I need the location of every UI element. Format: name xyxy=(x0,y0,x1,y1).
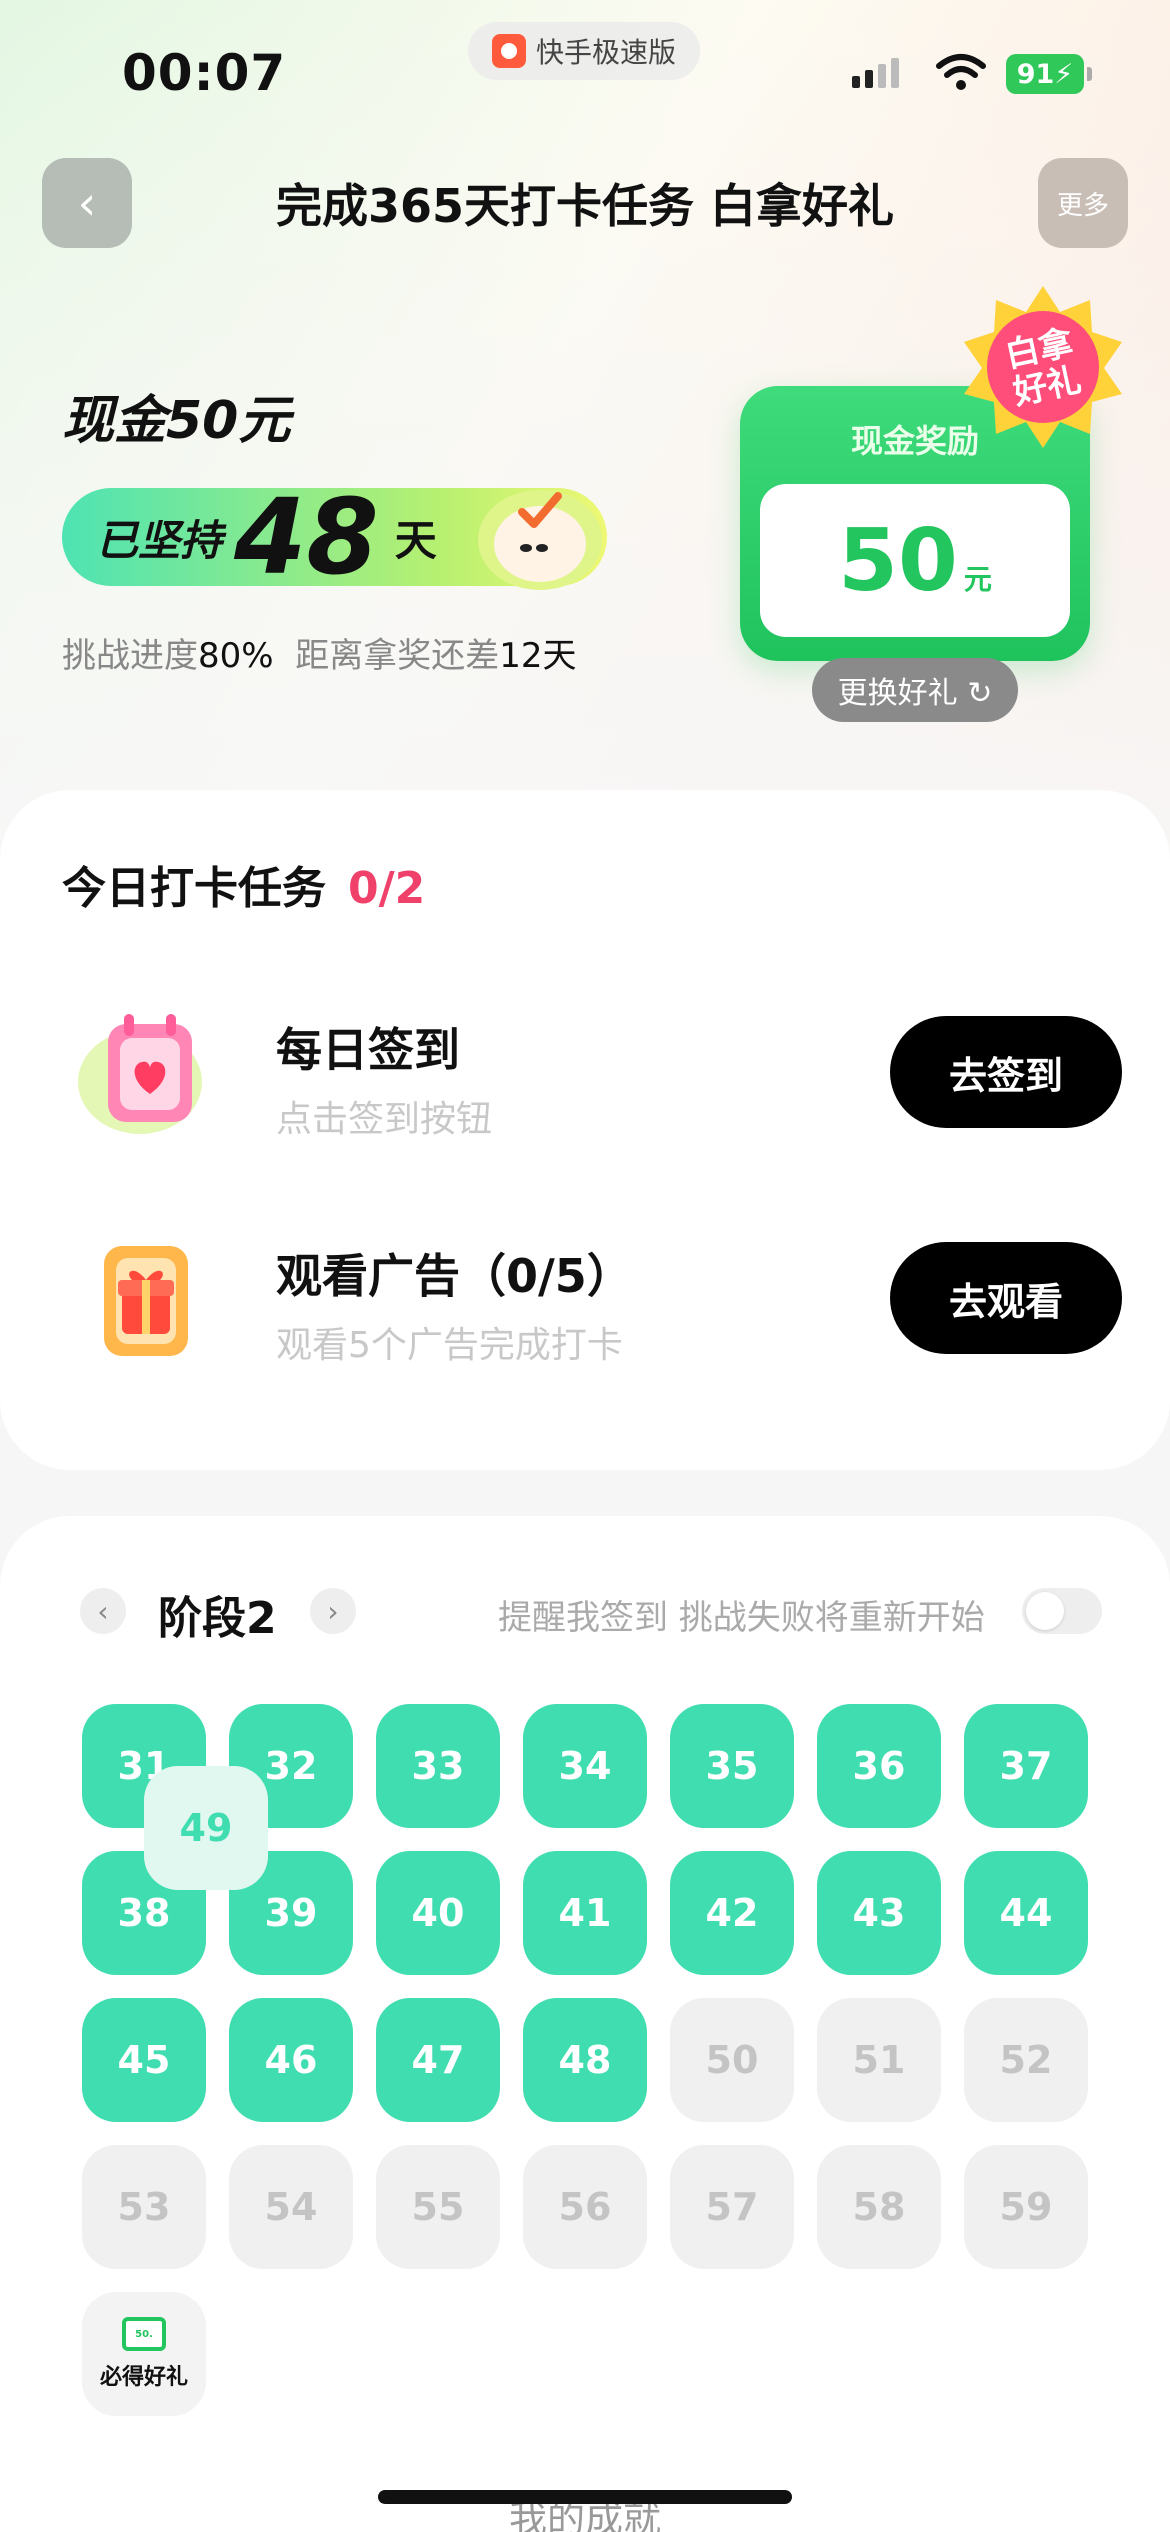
stage-next-button[interactable]: › xyxy=(310,1588,356,1634)
day-cell-todo: 59 xyxy=(964,2145,1088,2269)
day-cell-done: 41 xyxy=(523,1851,647,1975)
streak-prefix: 已坚持 xyxy=(96,515,223,565)
cash-reward-title: 现金50元 xyxy=(62,391,291,451)
app-name: 快手极速版 xyxy=(535,36,676,69)
day-cell-todo: 51 xyxy=(817,1998,941,2122)
watch-ad-button[interactable]: 去观看 xyxy=(890,1242,1122,1354)
day-cell-done: 42 xyxy=(670,1851,794,1975)
day-cell-done: 43 xyxy=(817,1851,941,1975)
gift-box-icon xyxy=(104,1246,188,1356)
reminder-toggle[interactable] xyxy=(1022,1588,1102,1634)
stage-prev-button[interactable]: ‹ xyxy=(80,1588,126,1634)
streak-days: 48 xyxy=(234,476,379,598)
remain-days: 12天 xyxy=(499,636,577,676)
home-indicator[interactable] xyxy=(378,2490,792,2504)
progress-value: 80% xyxy=(198,636,274,676)
day-cell-done: 40 xyxy=(376,1851,500,1975)
day-cell-done: 36 xyxy=(817,1704,941,1828)
day-cell-done: 34 xyxy=(523,1704,647,1828)
chevron-left-icon: ‹ xyxy=(97,1594,109,1628)
day-cell-todo: 55 xyxy=(376,2145,500,2269)
day-cell-todo: 50 xyxy=(670,1998,794,2122)
task-title: 每日签到 xyxy=(276,1023,460,1077)
today-tasks-card: 今日打卡任务 0/2 每日签到 点击签到按钮 去签到 观看广告（0/5） 观看5个… xyxy=(0,790,1170,1470)
day-cell-done: 48 xyxy=(523,1998,647,2122)
calendar-heart-icon xyxy=(78,1014,202,1134)
swap-gift-button[interactable]: 更换好礼 ↻ xyxy=(812,658,1018,722)
day-cell-todo: 56 xyxy=(523,2145,647,2269)
day-cell-today[interactable]: 49 xyxy=(144,1766,268,1890)
day-cell-done: 35 xyxy=(670,1704,794,1828)
status-time: 00:07 xyxy=(122,44,287,102)
reminder-label: 提醒我签到 挑战失败将重新开始 xyxy=(498,1598,985,1638)
day-cell-todo: 58 xyxy=(817,2145,941,2269)
remain-label: 距离拿奖还差 xyxy=(295,636,500,676)
today-tasks-header: 今日打卡任务 0/2 xyxy=(62,852,425,916)
stage-calendar-card: ‹ 阶段2 › 提醒我签到 挑战失败将重新开始 31 32 33 34 35 36 37 38… xyxy=(0,1516,1170,2532)
challenge-progress: 挑战进度80% 距离拿奖还差12天 xyxy=(62,628,576,677)
streak-suffix: 天 xyxy=(394,515,437,565)
day-cell-gift[interactable]: 50. 必得好礼 xyxy=(82,2292,206,2416)
wifi-icon xyxy=(936,54,986,90)
day-cell-done: 45 xyxy=(82,1998,206,2122)
day-cell-done: 44 xyxy=(964,1851,1088,1975)
task-row-watch-ads: 观看广告（0/5） 观看5个广告完成打卡 去观看 xyxy=(0,1216,1170,1376)
cellular-signal-icon xyxy=(852,58,899,88)
progress-label: 挑战进度 xyxy=(62,636,198,676)
day-cell-done: 37 xyxy=(964,1704,1088,1828)
day-cell-done: 33 xyxy=(376,1704,500,1828)
task-subtitle: 观看5个广告完成打卡 xyxy=(276,1325,623,1366)
mascot-checkmark-icon xyxy=(478,490,602,590)
gift-label: 必得好礼 xyxy=(99,2365,188,2390)
checkin-button[interactable]: 去签到 xyxy=(890,1016,1122,1128)
more-button[interactable]: 更多 xyxy=(1038,158,1128,248)
day-cell-todo: 53 xyxy=(82,2145,206,2269)
reward-amount: 50 xyxy=(838,510,958,611)
chevron-right-icon: › xyxy=(327,1594,339,1628)
today-tasks-count: 0/2 xyxy=(348,863,426,914)
task-row-daily-checkin: 每日签到 点击签到按钮 去签到 xyxy=(0,990,1170,1150)
status-bar: 00:07 快手极速版 91 ⚡ xyxy=(0,0,1170,150)
task-subtitle: 点击签到按钮 xyxy=(276,1099,493,1140)
day-grid: 31 32 33 34 35 36 37 38 39 40 41 42 43 44 45 46 47 48 49 50… xyxy=(82,1704,1092,2416)
day-cell-todo: 54 xyxy=(229,2145,353,2269)
page-title: 完成365天打卡任务 白拿好礼 xyxy=(275,179,895,233)
today-tasks-title: 今日打卡任务 xyxy=(62,863,326,914)
day-cell-todo: 52 xyxy=(964,1998,1088,2122)
reward-unit: 元 xyxy=(963,562,992,596)
battery-indicator: 91 ⚡ xyxy=(1006,54,1092,94)
charging-bolt-icon: ⚡ xyxy=(1054,58,1074,90)
day-cell-done: 47 xyxy=(376,1998,500,2122)
day-cell-done: 46 xyxy=(229,1998,353,2122)
app-indicator-pill[interactable]: 快手极速版 xyxy=(468,22,700,80)
reward-amount-box: 50 元 xyxy=(760,484,1070,637)
task-title: 观看广告（0/5） xyxy=(276,1249,633,1303)
free-gift-starburst-icon: 白拿 好礼 xyxy=(964,286,1122,448)
battery-level: 91 xyxy=(1016,58,1055,90)
day-cell-todo: 57 xyxy=(670,2145,794,2269)
cash-card-icon: 50. xyxy=(122,2317,166,2351)
stage-title: 阶段2 xyxy=(158,1593,277,1644)
kuaishou-logo-icon xyxy=(491,34,526,68)
